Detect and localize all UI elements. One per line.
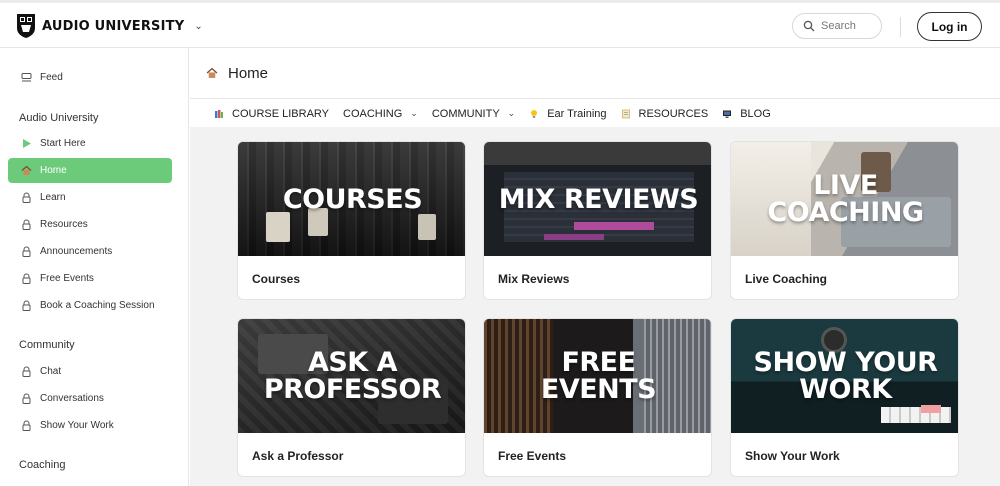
sidebar-item-free-events[interactable]: Free Events [8,266,172,291]
sidebar-item-announcements[interactable]: Announcements [8,239,172,264]
lock-icon [21,192,32,203]
sidebar-item-label: Resources [40,219,88,230]
chevron-down-icon: ⌄ [507,108,516,118]
card-image: LIVE COACHING [731,142,958,256]
card-image: MIX REVIEWS [484,142,711,256]
card-label: Ask a Professor [252,449,344,463]
lightbulb-icon [531,109,538,118]
search-box[interactable] [792,13,882,39]
top-bar: AUDIO UNIVERSITY ⌄ Log in [0,0,1000,48]
card-label: Mix Reviews [498,272,570,286]
nav-community[interactable]: COMMUNITY ⌄ [432,108,515,120]
nav-blog[interactable]: BLOG [722,108,771,120]
card-live-coaching[interactable]: LIVE COACHING Live Coaching [730,141,959,300]
sidebar-item-label: Free Events [40,273,94,284]
nav-course-library[interactable]: COURSE LIBRARY [214,108,329,120]
page-title: Home [228,64,269,82]
play-icon [21,138,32,149]
card-image-text: COURSES [282,183,423,215]
page-header: Home [190,48,1000,99]
sidebar-item-label: Start Here [40,138,86,149]
lock-icon [21,420,32,431]
card-label: Live Coaching [745,272,828,286]
books-icon [215,109,223,118]
sidebar-item-home[interactable]: Home [8,158,172,183]
sidebar-item-chat[interactable]: Chat [8,359,172,384]
brand-name: AUDIO UNIVERSITY [42,18,185,34]
chevron-down-icon: ⌄ [194,20,203,32]
sidebar-heading-community: Community [19,339,75,351]
sidebar-item-label: Learn [40,192,66,203]
card-label: Show Your Work [745,449,840,463]
nav-label: COURSE LIBRARY [232,107,329,120]
sidebar-item-label: Home [40,165,67,176]
card-image-text: LIVE COACHING [767,170,924,228]
card-image-text: FREE EVENTS [540,347,657,405]
sidebar-heading-coaching: Coaching [19,459,66,471]
nav-resources[interactable]: RESOURCES [621,107,709,120]
search-icon [803,20,815,32]
lock-icon [21,273,32,284]
card-label: Free Events [498,449,567,463]
memo-icon [621,109,630,118]
sidebar-item-label: Announcements [40,246,113,257]
sidebar-item-label: Feed [40,72,63,83]
nav-label: COACHING [343,107,403,120]
home-icon [21,165,32,176]
card-image: SHOW YOUR WORK [731,319,958,433]
card-mix-reviews[interactable]: MIX REVIEWS Mix Reviews [483,141,712,300]
card-image-text: ASK A PROFESSOR [263,347,442,405]
sidebar-item-start-here[interactable]: Start Here [8,131,172,156]
card-free-events[interactable]: FREE EVENTS Free Events [483,318,712,477]
sidebar-item-label: Conversations [40,393,104,404]
divider [900,17,901,37]
lock-icon [21,300,32,311]
card-image-text: MIX REVIEWS [498,183,699,215]
card-image: ASK A PROFESSOR [238,319,465,433]
sidebar-item-label: Chat [40,366,62,377]
card-show-your-work[interactable]: SHOW YOUR WORK Show Your Work [730,318,959,477]
sidebar-item-conversations[interactable]: Conversations [8,386,172,411]
feed-icon [21,72,32,83]
lock-icon [21,393,32,404]
lock-icon [21,366,32,377]
card-label: Courses [252,272,301,286]
nav-label: COMMUNITY [431,107,500,120]
sidebar-item-feed[interactable]: Feed [8,65,172,90]
nav-label: Ear Training [547,107,607,120]
sidebar-item-book-coaching[interactable]: Book a Coaching Session [8,293,172,318]
search-input[interactable] [821,20,881,32]
sidebar-item-learn[interactable]: Learn [8,185,172,210]
home-icon [206,67,218,78]
nav-bar: COURSE LIBRARY COACHING ⌄ COMMUNITY ⌄ Ea… [190,100,1000,127]
nav-label: RESOURCES [638,107,709,120]
card-image: FREE EVENTS [484,319,711,433]
card-grid: COURSES Courses MIX REVIEWS Mix Reviews … [190,127,1000,486]
sidebar-item-label: Book a Coaching Session [40,300,155,311]
nav-coaching[interactable]: COACHING ⌄ [343,108,418,120]
brand-menu[interactable]: AUDIO UNIVERSITY ⌄ [16,13,203,39]
sidebar-item-resources[interactable]: Resources [8,212,172,237]
sidebar-heading-audio-university: Audio University [19,112,99,124]
shield-logo-icon [17,14,35,38]
nav-label: BLOG [740,107,771,120]
card-image: COURSES [238,142,465,256]
sidebar: Feed Audio University Start Here Home Le… [0,48,189,486]
card-image-text: SHOW YOUR WORK [753,347,938,405]
nav-ear-training[interactable]: Ear Training [529,107,607,120]
card-ask-a-professor[interactable]: ASK A PROFESSOR Ask a Professor [237,318,466,477]
sidebar-item-show-your-work[interactable]: Show Your Work [8,413,172,438]
login-button[interactable]: Log in [917,12,982,41]
lock-icon [21,246,32,257]
computer-icon [723,110,732,118]
lock-icon [21,219,32,230]
chevron-down-icon: ⌄ [410,108,418,118]
card-courses[interactable]: COURSES Courses [237,141,466,300]
sidebar-item-label: Show Your Work [40,420,114,431]
